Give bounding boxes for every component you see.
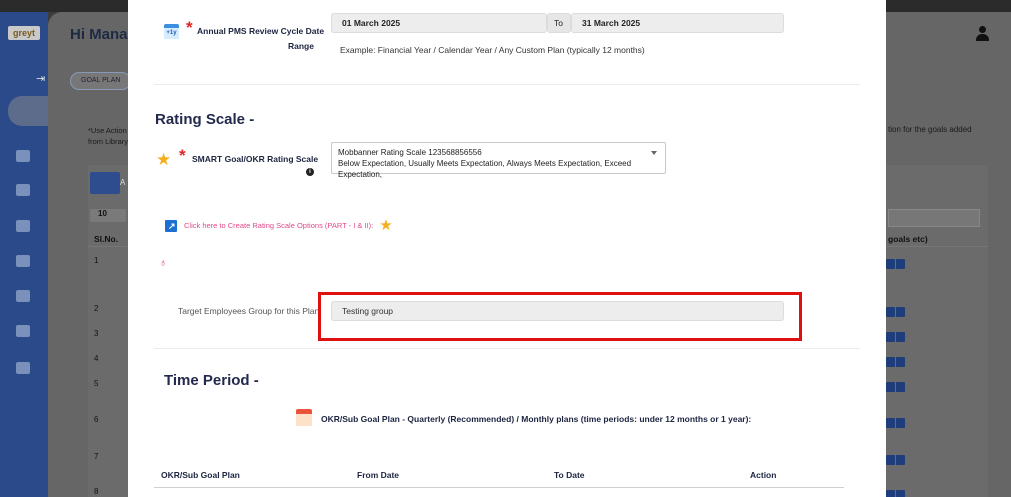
page-size-select[interactable]: 10 bbox=[90, 209, 126, 222]
edit-icon[interactable] bbox=[886, 259, 895, 269]
edit-icon[interactable] bbox=[886, 490, 895, 497]
calendar-icon bbox=[296, 409, 312, 426]
rating-scale-selected-options: Below Expectation, Usually Meets Expecta… bbox=[338, 159, 632, 179]
lightbulb-icon[interactable]: ♁ bbox=[159, 257, 167, 269]
column-to-date: To Date bbox=[554, 470, 585, 480]
edit-icon[interactable] bbox=[886, 307, 895, 317]
table-row-number: 1 bbox=[94, 256, 99, 265]
cycle-to-label: To bbox=[547, 13, 571, 33]
library-note: *Use Action from Library bbox=[88, 126, 129, 146]
rating-scale-selected-name: Mobbanner Rating Scale 123568856556 bbox=[338, 148, 482, 157]
view-icon[interactable] bbox=[896, 490, 905, 497]
column-plan: OKR/Sub Goal Plan bbox=[161, 470, 240, 480]
sidebar-item-team[interactable] bbox=[16, 184, 30, 196]
edit-icon[interactable] bbox=[886, 357, 895, 367]
row-actions[interactable] bbox=[886, 304, 908, 317]
table-row-number: 2 bbox=[94, 304, 99, 313]
sidebar-item-reports[interactable] bbox=[16, 255, 30, 267]
row-actions[interactable] bbox=[886, 256, 908, 269]
sidebar-item-feedback[interactable] bbox=[16, 290, 30, 302]
goals-note: tion for the goals added bbox=[888, 125, 972, 134]
view-icon[interactable] bbox=[896, 332, 905, 342]
view-icon[interactable] bbox=[896, 307, 905, 317]
cycle-hint: Example: Financial Year / Calendar Year … bbox=[340, 45, 645, 55]
sidebar-item-notes[interactable] bbox=[16, 325, 30, 337]
rating-scale-label: SMART Goal/OKR Rating Scale bbox=[192, 154, 319, 164]
table-row-number: 4 bbox=[94, 354, 99, 363]
add-goal-button[interactable] bbox=[90, 172, 120, 194]
section-divider bbox=[154, 348, 860, 349]
table-row-number: 5 bbox=[94, 379, 99, 388]
column-goals: goals etc) bbox=[888, 234, 928, 244]
star-badge-icon: ★ bbox=[379, 217, 393, 234]
sidebar-item-plans[interactable] bbox=[16, 220, 30, 232]
calendar-plus-year-icon: +1y bbox=[164, 24, 179, 39]
cycle-label-line1: Annual PMS Review Cycle Date bbox=[197, 26, 325, 36]
highlight-box bbox=[318, 292, 802, 341]
rating-scale-select[interactable]: Mobbanner Rating Scale 123568856556 Belo… bbox=[331, 142, 666, 179]
add-goal-label: A bbox=[120, 178, 126, 187]
section-divider bbox=[154, 84, 860, 85]
edit-icon[interactable] bbox=[886, 332, 895, 342]
row-actions[interactable] bbox=[886, 487, 908, 497]
view-icon[interactable] bbox=[896, 418, 905, 428]
info-icon[interactable]: i bbox=[306, 168, 314, 176]
view-icon[interactable] bbox=[896, 259, 905, 269]
sidebar-item-settings[interactable] bbox=[16, 362, 30, 374]
cycle-label-line2: Range bbox=[288, 41, 314, 51]
view-icon[interactable] bbox=[896, 455, 905, 465]
greeting-title: Hi Manag bbox=[70, 26, 137, 43]
column-slno: Sl.No. bbox=[94, 234, 119, 244]
app-logo: greyt bbox=[8, 26, 40, 40]
edit-icon[interactable] bbox=[886, 418, 895, 428]
view-icon[interactable] bbox=[896, 357, 905, 367]
cycle-to-date[interactable]: 31 March 2025 bbox=[571, 13, 784, 33]
rating-scale-title: Rating Scale - bbox=[155, 111, 255, 128]
column-action: Action bbox=[750, 470, 777, 480]
goal-plan-modal: +1y * Annual PMS Review Cycle Date Range… bbox=[128, 0, 886, 497]
user-avatar-icon[interactable] bbox=[975, 26, 989, 42]
star-icon: ★ bbox=[156, 150, 172, 169]
row-actions[interactable] bbox=[886, 379, 908, 392]
edit-icon[interactable] bbox=[886, 382, 895, 392]
target-group-label: Target Employees Group for this Plan bbox=[178, 306, 320, 316]
tab-goal-plan[interactable]: GOAL PLAN bbox=[70, 72, 132, 90]
table-header-divider bbox=[154, 487, 844, 488]
create-rating-scale-link[interactable]: ↗ Click here to Create Rating Scale Opti… bbox=[165, 217, 393, 234]
edit-icon[interactable] bbox=[886, 455, 895, 465]
row-actions[interactable] bbox=[886, 329, 908, 342]
row-actions[interactable] bbox=[886, 415, 908, 428]
time-period-sublabel: OKR/Sub Goal Plan - Quarterly (Recommend… bbox=[321, 414, 752, 424]
column-from-date: From Date bbox=[357, 470, 400, 480]
time-period-title: Time Period - bbox=[164, 372, 259, 389]
table-row-number: 6 bbox=[94, 415, 99, 424]
chevron-down-icon bbox=[651, 151, 657, 155]
collapse-sidebar-icon[interactable]: ⇥ bbox=[36, 72, 45, 85]
view-icon[interactable] bbox=[896, 382, 905, 392]
sidebar-item-goals[interactable] bbox=[16, 150, 30, 162]
sidebar-item-dashboard[interactable] bbox=[8, 96, 48, 126]
row-actions[interactable] bbox=[886, 354, 908, 367]
table-row-number: 3 bbox=[94, 329, 99, 338]
table-row-number: 8 bbox=[94, 487, 99, 496]
required-asterisk: * bbox=[186, 18, 193, 37]
create-rating-scale-text[interactable]: Click here to Create Rating Scale Option… bbox=[184, 221, 373, 230]
table-row-number: 7 bbox=[94, 452, 99, 461]
row-actions[interactable] bbox=[886, 452, 908, 465]
external-link-icon: ↗ bbox=[165, 219, 178, 232]
table-search-input[interactable] bbox=[888, 209, 980, 227]
cycle-from-date[interactable]: 01 March 2025 bbox=[331, 13, 547, 33]
required-asterisk: * bbox=[179, 146, 186, 165]
